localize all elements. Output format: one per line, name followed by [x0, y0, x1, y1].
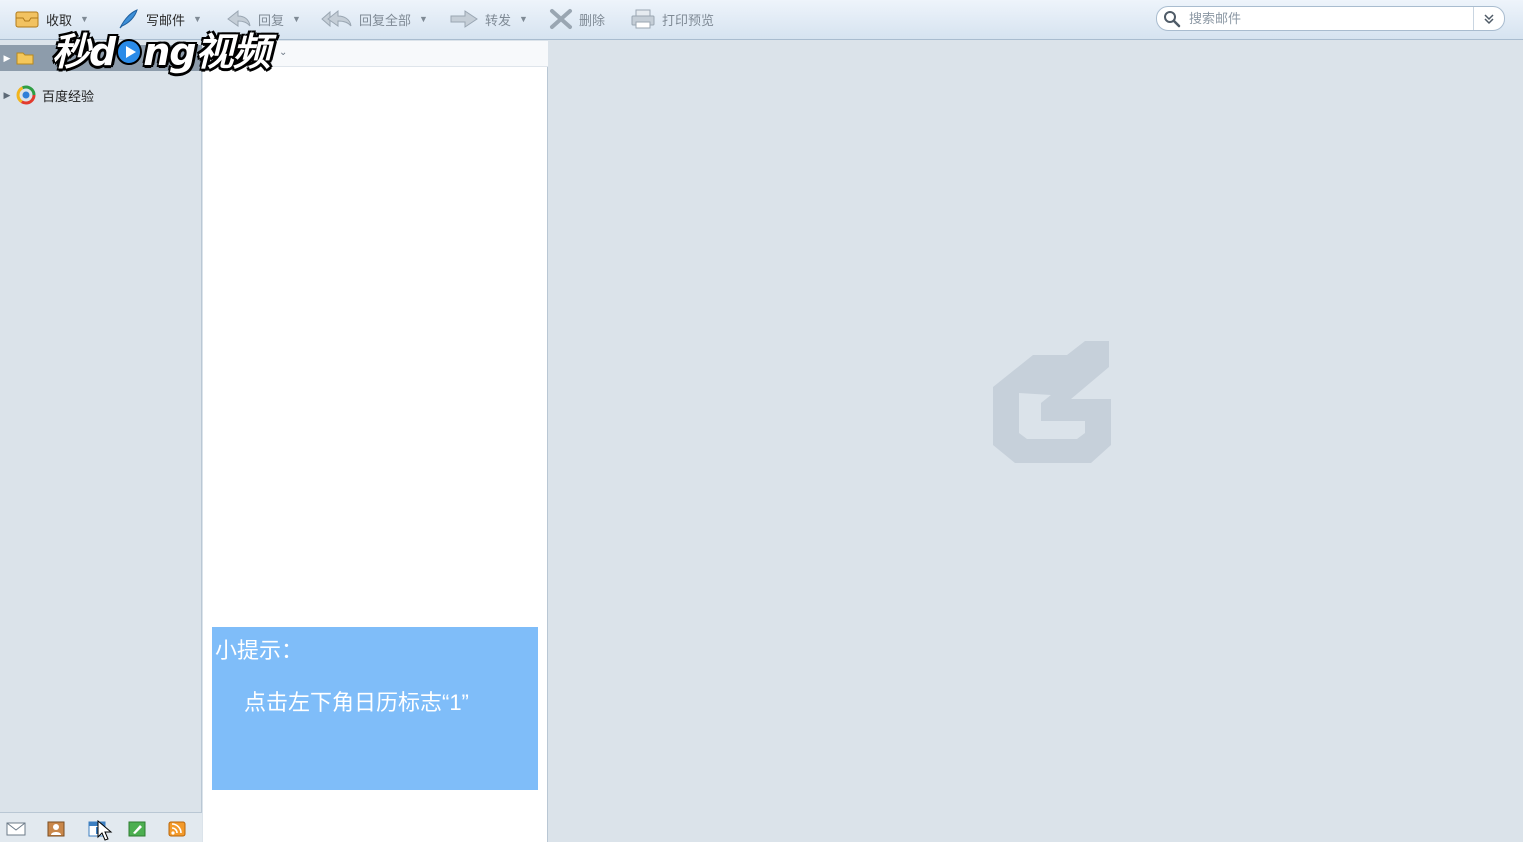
- inbox-icon: [15, 11, 39, 28]
- search-options-button[interactable]: [1473, 7, 1504, 30]
- expand-arrow-icon[interactable]: ▶: [0, 53, 14, 64]
- watermark-text-a: 秒d: [52, 29, 116, 74]
- notes-module-icon[interactable]: [127, 821, 147, 837]
- delete-x-icon: [550, 9, 572, 29]
- forward-arrow-icon: [450, 10, 478, 28]
- reading-pane: [549, 41, 1523, 842]
- delete-label: 删除: [579, 12, 606, 28]
- search-icon: [1164, 10, 1181, 27]
- video-watermark-logo: 秒d ng视频: [52, 20, 270, 76]
- app-logo-watermark-icon: [993, 341, 1111, 463]
- chevron-down-icon[interactable]: ▼: [519, 14, 528, 24]
- reply-all-button[interactable]: 回复全部 ▼: [321, 6, 428, 32]
- play-circle-icon: [116, 39, 143, 65]
- contacts-module-icon[interactable]: [46, 821, 66, 837]
- tip-overlay: 小提示： 点击左下角日历标志“1”: [212, 627, 538, 790]
- forward-button[interactable]: 转发 ▼: [449, 6, 528, 32]
- double-chevron-down-icon: [1484, 13, 1494, 24]
- tip-title: 小提示：: [215, 638, 304, 663]
- print-preview-label: 打印预览: [662, 12, 715, 28]
- mail-list-pane: ⌄ 小提示： 点击左下角日历标志“1”: [203, 41, 548, 842]
- rss-module-icon[interactable]: [167, 821, 187, 837]
- folder-pane: ▶ ▶ 百度经验: [0, 41, 202, 842]
- expand-arrow-icon[interactable]: ▶: [0, 90, 14, 101]
- sort-dropdown-icon[interactable]: ⌄: [279, 47, 287, 58]
- tip-text: 点击左下角日历标志“1”: [244, 690, 469, 715]
- print-preview-button[interactable]: 打印预览: [630, 6, 714, 32]
- mail-module-icon[interactable]: [6, 821, 26, 837]
- printer-icon: [631, 9, 655, 29]
- forward-label: 转发: [485, 12, 512, 28]
- reply-all-arrow-icon: [321, 9, 352, 28]
- folder-item-baidu-jingyan[interactable]: ▶ 百度经验: [0, 82, 202, 108]
- chevron-down-icon[interactable]: ▼: [419, 14, 428, 24]
- folder-icon: [16, 51, 34, 65]
- reply-all-label: 回复全部: [359, 12, 412, 28]
- folder-item-label: 百度经验: [42, 88, 95, 104]
- account-logo-icon: [16, 85, 36, 105]
- watermark-text-b: ng视频: [143, 29, 270, 74]
- search-input[interactable]: [1189, 11, 1459, 26]
- chevron-down-icon[interactable]: ▼: [292, 14, 301, 24]
- search-box: [1156, 6, 1505, 31]
- mouse-cursor-icon: [97, 820, 113, 841]
- delete-button[interactable]: 删除: [549, 6, 605, 32]
